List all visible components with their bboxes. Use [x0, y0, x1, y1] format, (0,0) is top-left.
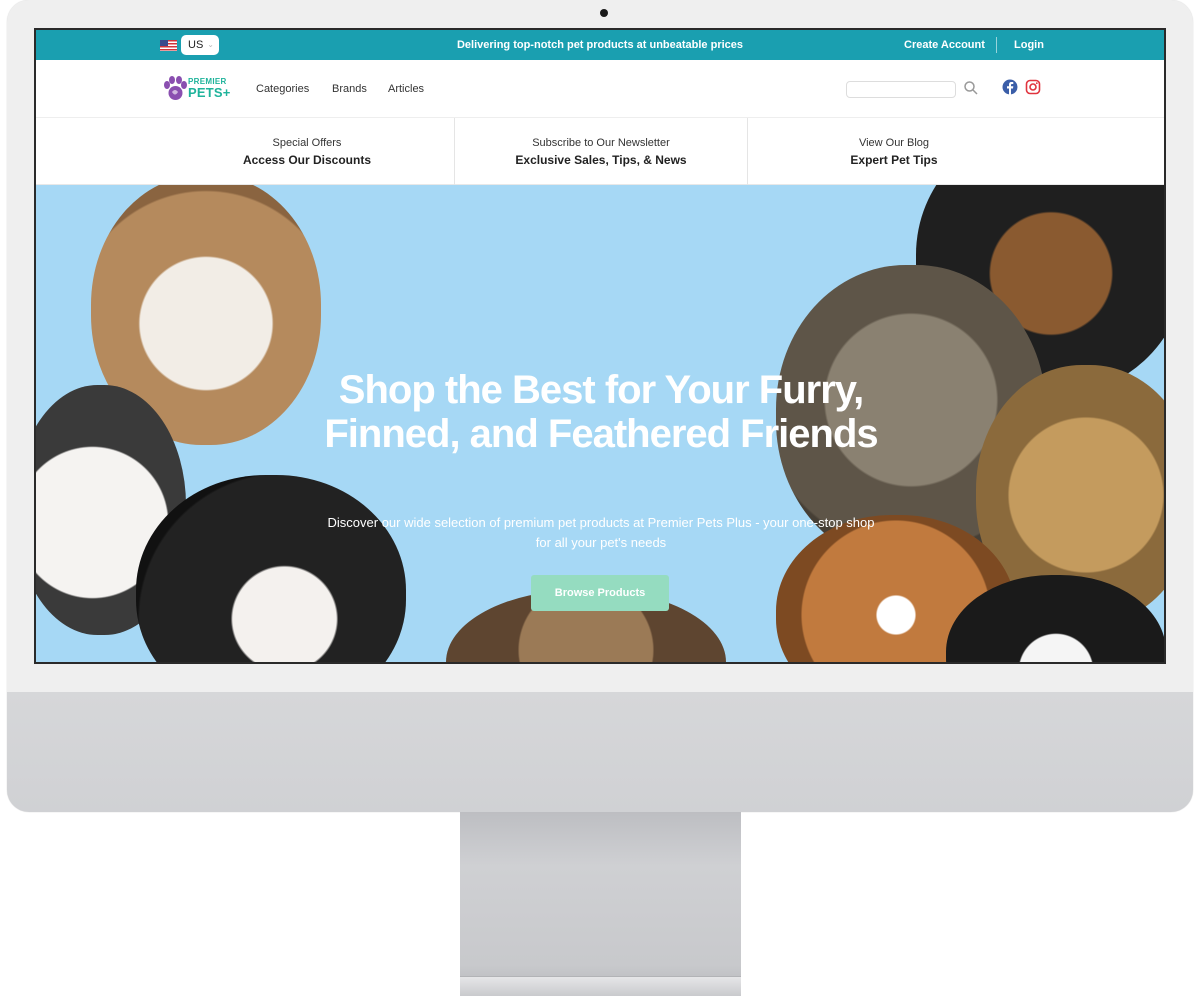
- screen: US ⌄ Delivering top-notch pet products a…: [34, 28, 1166, 664]
- promo-heading: Expert Pet Tips: [850, 153, 938, 167]
- divider: [996, 37, 997, 53]
- promo-strip: Special Offers Access Our Discounts Subs…: [36, 118, 1164, 185]
- logo[interactable]: PREMIER PETS+: [162, 76, 234, 102]
- top-bar: US ⌄ Delivering top-notch pet products a…: [36, 30, 1164, 60]
- hero-banner: Shop the Best for Your Furry, Finned, an…: [36, 185, 1164, 662]
- promo-blog[interactable]: View Our Blog Expert Pet Tips: [747, 118, 1040, 185]
- promo-special-offers[interactable]: Special Offers Access Our Discounts: [36, 118, 454, 185]
- login-link[interactable]: Login: [1014, 30, 1044, 60]
- instagram-icon[interactable]: [1025, 79, 1041, 95]
- promo-newsletter[interactable]: Subscribe to Our Newsletter Exclusive Sa…: [454, 118, 747, 185]
- nav-categories[interactable]: Categories: [256, 60, 309, 118]
- monitor-stand: [460, 812, 741, 992]
- monitor-stand-foot: [460, 976, 741, 996]
- monitor-chin: [7, 692, 1193, 812]
- browse-products-button[interactable]: Browse Products: [531, 575, 669, 611]
- camera: [600, 9, 608, 17]
- logo-text: PREMIER PETS+: [188, 78, 231, 100]
- tagline: Delivering top-notch pet products at unb…: [456, 39, 744, 51]
- nav-articles[interactable]: Articles: [388, 60, 424, 118]
- paw-icon: [164, 76, 187, 100]
- search-input[interactable]: [846, 81, 956, 98]
- hero-title: Shop the Best for Your Furry, Finned, an…: [324, 368, 878, 456]
- hero-subtitle: Discover our wide selection of premium p…: [327, 515, 875, 550]
- promo-label: Special Offers: [272, 137, 342, 149]
- promo-heading: Exclusive Sales, Tips, & News: [515, 153, 687, 167]
- search-icon[interactable]: [963, 80, 979, 96]
- promo-label: View Our Blog: [858, 137, 930, 149]
- promo-label: Subscribe to Our Newsletter: [532, 137, 670, 149]
- logo-line2: PETS+: [188, 85, 231, 100]
- nav-brands[interactable]: Brands: [332, 60, 367, 118]
- promo-heading: Access Our Discounts: [242, 153, 372, 167]
- nav-bar: PREMIER PETS+ Categories Brands Articles: [36, 60, 1164, 118]
- facebook-icon[interactable]: [1002, 79, 1018, 95]
- create-account-link[interactable]: Create Account: [904, 30, 985, 60]
